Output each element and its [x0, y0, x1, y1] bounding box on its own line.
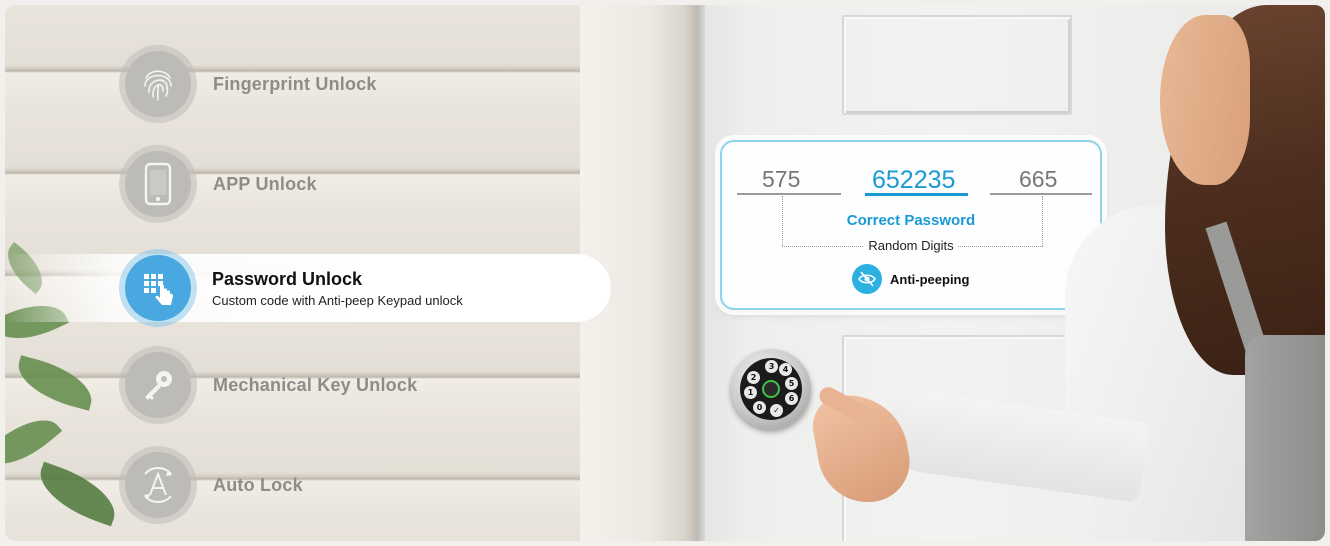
keypad-key: 0	[753, 401, 766, 414]
keypad-key: 3	[765, 360, 778, 373]
feature-label: Auto Lock	[213, 474, 303, 495]
feature-password-unlock[interactable]: Password Unlock Custom code with Anti-pe…	[5, 249, 611, 327]
fingerprint-sensor	[762, 380, 780, 398]
eye-slash-icon	[852, 264, 882, 294]
keypad-key: 5	[785, 377, 798, 390]
feature-auto-lock[interactable]: Auto Lock	[119, 446, 599, 524]
feature-icon-disc	[125, 255, 191, 321]
random-digits-row: Random Digits	[722, 238, 1100, 253]
feature-fingerprint-unlock[interactable]: Fingerprint Unlock	[119, 45, 599, 123]
feature-label: Fingerprint Unlock	[213, 73, 377, 94]
key-icon	[145, 371, 172, 400]
keypad-key: 4	[779, 363, 792, 376]
feature-icon-ring	[119, 446, 197, 524]
keypad-key: 6	[785, 392, 798, 405]
right-random-digits: 665	[1019, 166, 1058, 192]
feature-subtitle: Custom code with Anti-peep Keypad unlock	[212, 292, 463, 308]
feature-title: Password Unlock	[212, 268, 363, 289]
auto-lock-icon	[144, 467, 172, 503]
password-card: 575 652235 665 Correct Password Random D…	[720, 140, 1102, 310]
product-banner: Fingerprint Unlock APP Unlock Password U…	[5, 5, 1325, 541]
random-digits-label: Random Digits	[864, 238, 958, 253]
correct-digits-underline	[865, 193, 968, 196]
feature-icon-ring	[119, 346, 197, 424]
keypad-key: ✓	[770, 404, 783, 417]
right-digits-underline	[990, 193, 1092, 195]
feature-icon-disc	[125, 151, 191, 217]
feature-text-group: Password Unlock Custom code with Anti-pe…	[212, 269, 463, 308]
feature-icon-disc	[125, 51, 191, 117]
feature-icon-disc	[125, 352, 191, 418]
feature-label: APP Unlock	[213, 173, 317, 194]
person-face	[1160, 15, 1250, 185]
feature-icon-ring	[119, 249, 197, 327]
door-panel	[842, 15, 1072, 115]
backpack	[1245, 335, 1325, 541]
feature-icon-disc	[125, 452, 191, 518]
smart-lock-keypad: 3 4 2 5 1 6 0 ✓	[731, 349, 811, 429]
anti-peeping-badge: Anti-peeping	[852, 264, 969, 294]
feature-mechanical-key-unlock[interactable]: Mechanical Key Unlock	[119, 346, 599, 424]
keypad-key: 2	[747, 371, 760, 384]
left-random-digits: 575	[762, 166, 801, 192]
correct-password-label: Correct Password	[846, 212, 976, 229]
correct-password-digits: 652235	[872, 166, 956, 194]
left-digits-underline	[737, 193, 841, 195]
feature-app-unlock[interactable]: APP Unlock	[119, 145, 599, 223]
phone-icon	[144, 162, 172, 206]
keypad-icon	[144, 274, 173, 305]
fingerprint-icon	[144, 70, 172, 101]
feature-icon-ring	[119, 45, 197, 123]
feature-label: Mechanical Key Unlock	[213, 374, 418, 395]
keypad-key: 1	[744, 386, 757, 399]
anti-peeping-label: Anti-peeping	[890, 271, 970, 287]
keypad-face: 3 4 2 5 1 6 0 ✓	[740, 358, 802, 420]
feature-icon-ring	[119, 145, 197, 223]
